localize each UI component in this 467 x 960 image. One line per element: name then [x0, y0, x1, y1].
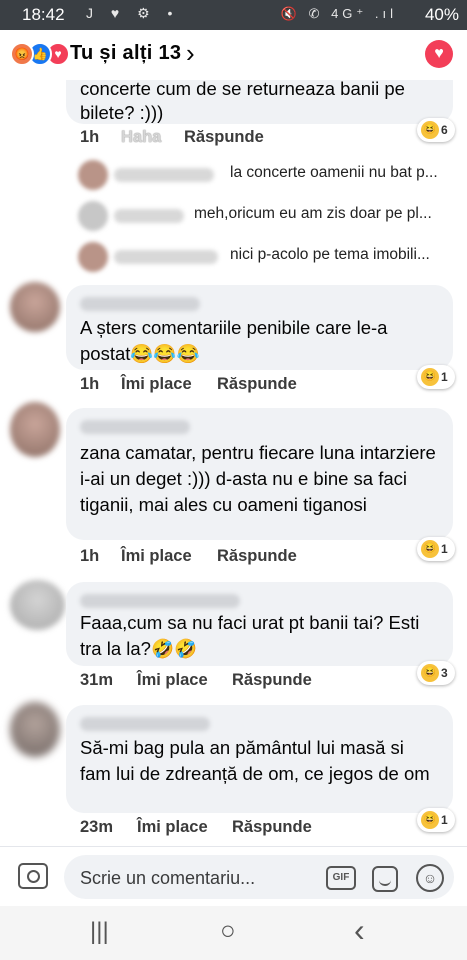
- reply-button[interactable]: Răspunde: [184, 128, 264, 147]
- avatar[interactable]: [10, 402, 60, 457]
- reaction-badge[interactable]: 😆 1: [417, 365, 455, 389]
- comment-text: zana camatar, pentru fiecare luna intarz…: [80, 442, 436, 515]
- reaction-badge[interactable]: 😆 1: [417, 537, 455, 561]
- haha-reaction-icon: 😆: [421, 121, 439, 139]
- reaction-badge[interactable]: 😆 1: [417, 808, 455, 832]
- angry-reaction-icon: 😡: [10, 42, 34, 66]
- battery-level: 40%: [424, 5, 459, 24]
- comment-text: A șters comentariile penibile care le-a …: [80, 317, 388, 364]
- blurred-name: [80, 420, 190, 434]
- reaction-count: 1: [441, 370, 448, 384]
- reaction-count: 1: [441, 813, 448, 827]
- like-button[interactable]: Îmi place: [137, 818, 208, 837]
- reply-preview[interactable]: la concerte oamenii nu bat p...: [78, 160, 458, 190]
- comment-text: Să-mi bag pula an pământul lui masă si f…: [80, 737, 430, 784]
- sticker-icon[interactable]: [372, 866, 398, 892]
- like-button[interactable]: Îmi place: [121, 547, 192, 566]
- reaction-count: 1: [441, 542, 448, 556]
- comment-text: bilete? :))): [80, 102, 164, 123]
- emoji-icon[interactable]: ☺: [416, 864, 444, 892]
- reply-button[interactable]: Răspunde: [232, 671, 312, 690]
- comment-bubble: Să-mi bag pula an pământul lui masă si f…: [66, 705, 453, 813]
- reactions-summary[interactable]: Tu și alți 13: [70, 42, 181, 65]
- avatar: [78, 201, 108, 231]
- notification-icons: J ♥ ⚙ •: [86, 5, 180, 21]
- comment-input-box[interactable]: GIF ☺: [64, 855, 454, 899]
- status-bar: 18:42 J ♥ ⚙ • 🔇 ✆ 4G⁺ .ıl 40%: [0, 0, 467, 30]
- back-icon[interactable]: ‹: [354, 912, 365, 949]
- blurred-name: [114, 209, 184, 223]
- haha-reaction-icon: 😆: [421, 540, 439, 558]
- recents-icon[interactable]: |||: [90, 918, 109, 946]
- reply-text: nici p-acolo pe tema imobili...: [230, 246, 430, 263]
- reply-button[interactable]: Răspunde: [217, 547, 297, 566]
- reply-preview[interactable]: meh,oricum eu am zis doar pe pl...: [78, 201, 458, 231]
- reply-preview[interactable]: nici p-acolo pe tema imobili...: [78, 242, 458, 272]
- reply-text: meh,oricum eu am zis doar pe pl...: [194, 205, 432, 222]
- avatar[interactable]: [10, 282, 60, 332]
- like-button[interactable]: Îmi place: [137, 671, 208, 690]
- reaction-badge[interactable]: 😆 6: [417, 118, 455, 142]
- like-button[interactable]: Îmi place: [121, 375, 192, 394]
- comment-time: 23m: [80, 818, 114, 836]
- status-time: 18:42: [22, 5, 65, 24]
- haha-reaction-icon: 😆: [421, 664, 439, 682]
- comment-text: Faaa,cum sa nu faci urat pt banii tai? E…: [80, 612, 420, 659]
- reaction-count: 3: [441, 666, 448, 680]
- blurred-name: [80, 717, 210, 731]
- blurred-name: [80, 297, 200, 311]
- reply-button[interactable]: Răspunde: [232, 818, 312, 837]
- comment-time: 1h: [80, 128, 100, 146]
- heart-icon[interactable]: ♥: [425, 40, 453, 68]
- blurred-name: [114, 168, 214, 182]
- haha-reaction-icon: 😆: [421, 368, 439, 386]
- chevron-right-icon[interactable]: ›: [186, 38, 195, 69]
- reaction-badge[interactable]: 😆 3: [417, 661, 455, 685]
- camera-icon[interactable]: [18, 863, 48, 889]
- comment-bubble: Faaa,cum sa nu faci urat pt banii tai? E…: [66, 582, 453, 666]
- avatar[interactable]: [10, 702, 60, 757]
- system-nav-bar: ||| ○ ‹: [0, 906, 467, 960]
- avatar: [78, 242, 108, 272]
- comment-bubble: A șters comentariile penibile care le-a …: [66, 285, 453, 370]
- avatar: [78, 160, 108, 190]
- comment-time: 31m: [80, 671, 114, 689]
- reply-text: la concerte oamenii nu bat p...: [230, 164, 438, 181]
- home-icon[interactable]: ○: [220, 915, 236, 946]
- comment-input[interactable]: [78, 865, 322, 891]
- comment-bubble: zana camatar, pentru fiecare luna intarz…: [66, 408, 453, 540]
- avatar[interactable]: [10, 580, 65, 630]
- comment-composer: GIF ☺: [0, 846, 467, 907]
- haha-reaction-icon: 😆: [421, 811, 439, 829]
- reply-button[interactable]: Răspunde: [217, 375, 297, 394]
- signal-icons: 🔇 ✆ 4G⁺ .ıl: [280, 6, 397, 21]
- gif-icon[interactable]: GIF: [326, 866, 356, 890]
- comment-time: 1h: [80, 375, 100, 393]
- comment-time: 1h: [80, 547, 100, 565]
- blurred-name: [80, 594, 240, 608]
- reactions-header[interactable]: 😡 👍 ♥ Tu și alți 13 › ♥: [0, 30, 467, 80]
- reaction-count: 6: [441, 123, 448, 137]
- blurred-name: [114, 250, 218, 264]
- like-button[interactable]: Haha: [121, 128, 161, 147]
